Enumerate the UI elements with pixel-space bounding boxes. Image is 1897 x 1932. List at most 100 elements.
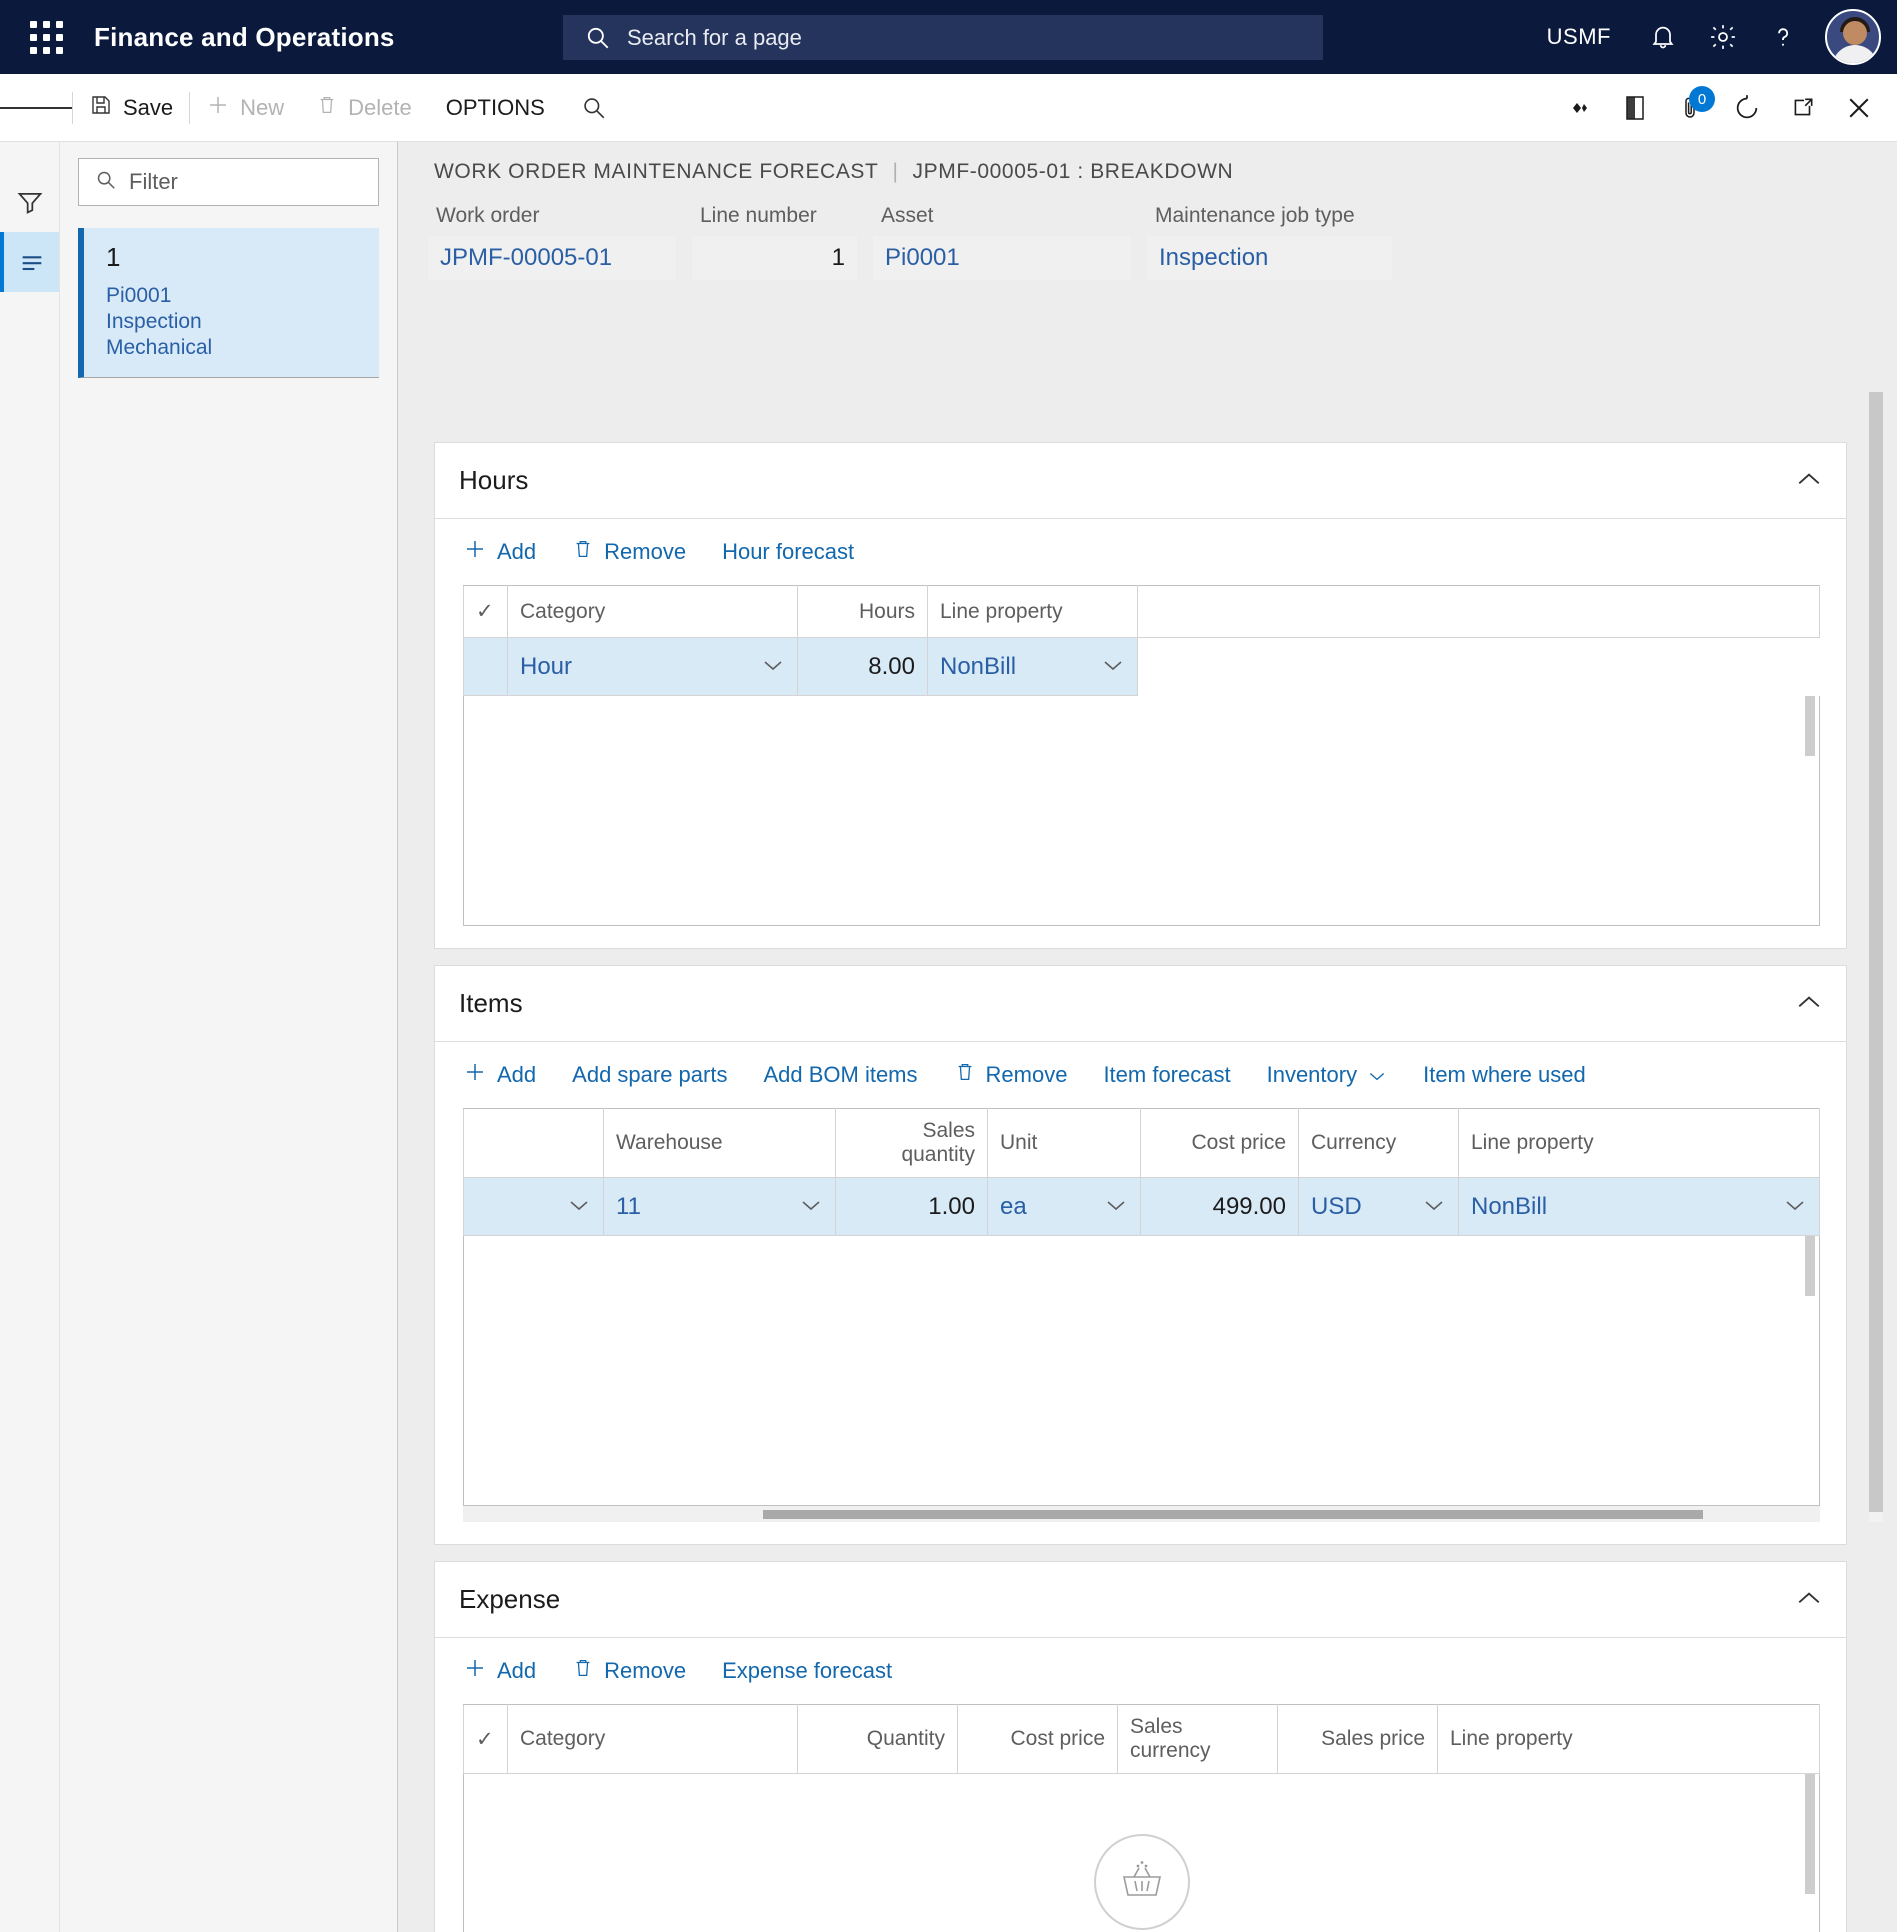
cell-line-property[interactable]: NonBill (927, 637, 1138, 696)
add-bom-items-button[interactable]: Add BOM items (745, 1042, 935, 1108)
avatar[interactable] (1825, 9, 1881, 65)
refresh-icon[interactable] (1719, 74, 1775, 142)
powerapps-icon[interactable] (1551, 74, 1607, 142)
trash-icon (316, 94, 338, 122)
chevron-down-icon[interactable] (761, 656, 785, 677)
cell-category[interactable]: Hour (507, 637, 798, 696)
chevron-down-icon[interactable] (1783, 1196, 1807, 1217)
chevron-up-icon[interactable] (1796, 991, 1822, 1017)
cell-first[interactable] (463, 1177, 604, 1236)
items-add-button[interactable]: Add (463, 1042, 554, 1108)
chevron-up-icon[interactable] (1796, 1587, 1822, 1613)
save-button[interactable]: Save (73, 74, 189, 142)
column-header-sales-quantity[interactable]: Sales quantity (835, 1108, 988, 1178)
field-maintenance-job-type: Maintenance job type Inspection (1147, 204, 1392, 280)
column-header-sales-price[interactable]: Sales price (1277, 1704, 1438, 1774)
chevron-up-icon[interactable] (1796, 468, 1822, 494)
column-header-warehouse[interactable]: Warehouse (603, 1108, 836, 1178)
column-header-blank[interactable] (463, 1108, 604, 1178)
hours-grid-wrapper: ✓ Category Hours Line property Hour 8.00… (435, 585, 1846, 948)
items-remove-button[interactable]: Remove (936, 1042, 1086, 1108)
add-spare-parts-button[interactable]: Add spare parts (554, 1042, 745, 1108)
expense-add-button[interactable]: Add (463, 1638, 554, 1704)
table-row[interactable]: 11 1.00 ea 499.00 USD NonBill (463, 1177, 1820, 1236)
column-header-sales-currency[interactable]: Sales currency (1117, 1704, 1278, 1774)
item-forecast-button[interactable]: Item forecast (1085, 1042, 1248, 1108)
delete-button[interactable]: Delete (300, 74, 428, 142)
table-header-row: Warehouse Sales quantity Unit Cost price… (463, 1108, 1820, 1178)
column-header-category[interactable]: Category (507, 585, 798, 638)
options-button[interactable]: OPTIONS (428, 74, 563, 142)
hours-add-button[interactable]: Add (463, 519, 554, 585)
office-app-icon[interactable] (1607, 74, 1663, 142)
rail-filter-icon[interactable] (0, 172, 59, 232)
rail-list-icon[interactable] (0, 232, 59, 292)
column-header-category[interactable]: Category (507, 1704, 798, 1774)
close-icon[interactable] (1831, 74, 1887, 142)
expense-forecast-button[interactable]: Expense forecast (704, 1638, 910, 1704)
select-all-checkbox[interactable]: ✓ (463, 585, 508, 638)
item-where-used-button[interactable]: Item where used (1405, 1042, 1604, 1108)
chevron-down-icon[interactable] (1422, 1196, 1446, 1217)
items-grid-empty-area (463, 1236, 1820, 1506)
asset-input[interactable]: Pi0001 (873, 236, 1131, 280)
page-vertical-scrollbar[interactable] (1869, 392, 1883, 1522)
cell-warehouse[interactable]: 11 (603, 1177, 836, 1236)
new-button[interactable]: New (190, 74, 300, 142)
items-vertical-scrollbar[interactable] (1803, 1236, 1817, 1505)
filter-search-icon[interactable] (563, 74, 625, 142)
column-header-line-property[interactable]: Line property (1458, 1108, 1820, 1178)
column-header-unit[interactable]: Unit (987, 1108, 1141, 1178)
maintenance-job-type-input[interactable]: Inspection (1147, 236, 1392, 280)
cell-cost-price[interactable]: 499.00 (1140, 1177, 1299, 1236)
search-page-input[interactable]: Search for a page (563, 15, 1323, 60)
top-navigation-bar: Finance and Operations Search for a page… (0, 0, 1897, 74)
gear-icon[interactable] (1693, 0, 1753, 74)
bell-icon[interactable] (1633, 0, 1693, 74)
chevron-down-icon[interactable] (799, 1196, 823, 1217)
section-expense-header[interactable]: Expense (435, 1562, 1846, 1638)
list-item[interactable]: 1 Pi0001 Inspection Mechanical (78, 228, 379, 379)
attachments-icon[interactable]: 0 (1663, 74, 1719, 142)
cell-unit[interactable]: ea (987, 1177, 1141, 1236)
cell-line-property[interactable]: NonBill (1458, 1177, 1820, 1236)
expense-vertical-scrollbar[interactable] (1803, 1774, 1817, 1932)
select-all-checkbox[interactable]: ✓ (463, 1704, 508, 1774)
open-in-new-window-icon[interactable] (1775, 74, 1831, 142)
inventory-menu-button[interactable]: Inventory (1249, 1042, 1406, 1108)
expense-remove-button[interactable]: Remove (554, 1638, 704, 1704)
chevron-down-icon[interactable] (1101, 656, 1125, 677)
help-icon[interactable] (1753, 0, 1813, 74)
filter-input[interactable]: Filter (78, 158, 379, 206)
column-header-cost-price[interactable]: Cost price (1140, 1108, 1299, 1178)
section-hours-header[interactable]: Hours (435, 443, 1846, 519)
column-header-cost-price[interactable]: Cost price (957, 1704, 1118, 1774)
section-items-header[interactable]: Items (435, 966, 1846, 1042)
table-row[interactable]: Hour 8.00 NonBill (463, 637, 1820, 696)
empty-state: We didn't find anything to show here. (464, 1774, 1819, 1932)
breadcrumb-page[interactable]: WORK ORDER MAINTENANCE FORECAST (434, 160, 878, 184)
navigation-pane-toggle[interactable] (0, 74, 72, 142)
column-header-currency[interactable]: Currency (1298, 1108, 1459, 1178)
cell-hours[interactable]: 8.00 (797, 637, 928, 696)
chevron-down-icon[interactable] (567, 1196, 591, 1217)
items-grid: Warehouse Sales quantity Unit Cost price… (463, 1108, 1820, 1236)
column-header-quantity[interactable]: Quantity (797, 1704, 958, 1774)
company-selector[interactable]: USMF (1547, 24, 1611, 50)
cell-line-property-value: NonBill (1471, 1192, 1548, 1220)
cell-currency[interactable]: USD (1298, 1177, 1459, 1236)
items-horizontal-scrollbar[interactable] (463, 1506, 1820, 1522)
cell-sales-quantity[interactable]: 1.00 (835, 1177, 988, 1236)
chevron-down-icon[interactable] (1104, 1196, 1128, 1217)
hour-forecast-button[interactable]: Hour forecast (704, 519, 872, 585)
hours-vertical-scrollbar[interactable] (1803, 696, 1817, 925)
plus-icon (463, 537, 487, 567)
line-number-input[interactable]: 1 (692, 236, 857, 280)
row-select-cell[interactable] (463, 637, 508, 696)
column-header-line-property[interactable]: Line property (1437, 1704, 1820, 1774)
column-header-hours[interactable]: Hours (797, 585, 928, 638)
column-header-line-property[interactable]: Line property (927, 585, 1138, 638)
hours-remove-button[interactable]: Remove (554, 519, 704, 585)
app-launcher-icon[interactable] (14, 20, 78, 54)
work-order-input[interactable]: JPMF-00005-01 (428, 236, 676, 280)
